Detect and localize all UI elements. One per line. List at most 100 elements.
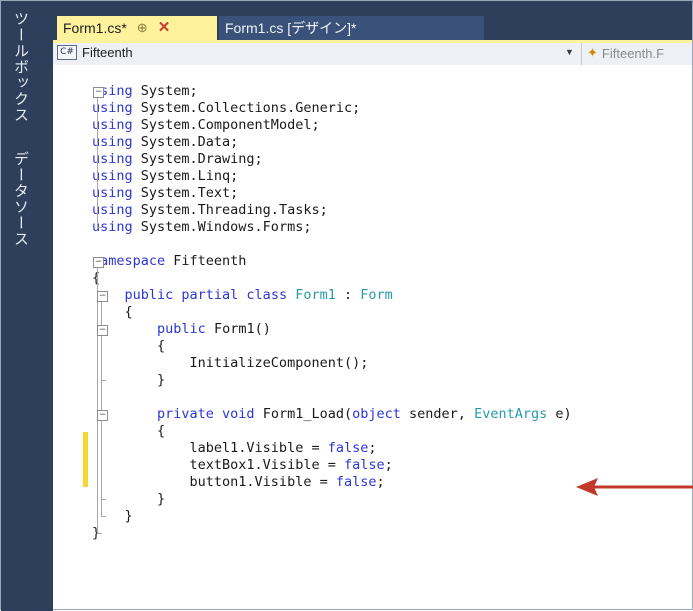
- keyword-token: using: [92, 185, 133, 201]
- code-token: InitializeComponent();: [92, 355, 369, 371]
- keyword-token: false: [327, 440, 369, 456]
- navigation-bar: C# Fifteenth ▼ ✦ Fifteenth.F: [53, 43, 692, 66]
- code-token: System.ComponentModel;: [132, 117, 320, 133]
- chevron-down-icon[interactable]: ▼: [565, 47, 574, 57]
- code-line: textBox1.Visible = false;: [92, 457, 393, 474]
- code-line: InitializeComponent();: [92, 355, 369, 372]
- code-token: Form1(): [205, 321, 271, 337]
- outline-guide-end: [101, 380, 106, 381]
- code-line: using System.Threading.Tasks;: [92, 202, 328, 219]
- code-token: sender,: [400, 406, 475, 422]
- code-token: System.Text;: [132, 185, 239, 201]
- type-token: EventArgs: [474, 406, 548, 422]
- code-line: using System.Windows.Forms;: [92, 219, 311, 236]
- collapse-icon[interactable]: −: [97, 291, 108, 302]
- outline-guide-end: [97, 533, 102, 534]
- project-dropdown-label: Fifteenth: [82, 45, 133, 60]
- tab-label: Form1.cs [デザイン]*: [225, 20, 357, 36]
- code-line: button1.Visible = false;: [92, 474, 385, 491]
- code-editor[interactable]: using System; using System.Collections.Ge…: [53, 65, 692, 609]
- keyword-token: false: [335, 474, 377, 490]
- code-token: label1.Visible =: [92, 440, 328, 456]
- keyword-token: private void: [157, 406, 255, 422]
- navbar-divider: [581, 43, 582, 65]
- code-line: using System.Linq;: [92, 168, 238, 185]
- code-token: System.Data;: [132, 134, 239, 150]
- code-token: System.Drawing;: [132, 151, 263, 167]
- code-line: public partial class Form1 : Form: [92, 287, 393, 304]
- close-icon[interactable]: ✕: [158, 16, 171, 40]
- class-icon: ✦: [587, 45, 598, 60]
- outline-guide: [101, 336, 102, 381]
- type-dropdown-label: Fifteenth.F: [601, 45, 665, 61]
- outline-guide: [97, 268, 98, 534]
- change-marker: [83, 432, 88, 487]
- code-token: {: [92, 304, 133, 320]
- code-token: button1.Visible =: [92, 474, 336, 490]
- collapse-icon[interactable]: −: [97, 410, 108, 421]
- outline-guide: [101, 421, 102, 500]
- code-token: ;: [384, 457, 393, 473]
- keyword-token: false: [343, 457, 385, 473]
- code-line: namespace Fifteenth: [92, 253, 246, 270]
- csharp-file-icon: C#: [57, 45, 77, 60]
- annotation-arrow: [576, 478, 693, 496]
- code-line: {: [92, 338, 165, 355]
- collapse-icon[interactable]: −: [97, 325, 108, 336]
- code-token: System;: [132, 83, 198, 99]
- code-line: {: [92, 423, 165, 440]
- code-line: using System;: [92, 83, 198, 100]
- code-line: using System.Text;: [92, 185, 238, 202]
- code-token: {: [92, 338, 166, 354]
- code-token: System.Linq;: [132, 168, 239, 184]
- keyword-token: using: [92, 100, 133, 116]
- code-token: ;: [368, 440, 377, 456]
- pin-icon[interactable]: ⊕: [137, 16, 148, 40]
- collapse-icon[interactable]: −: [93, 257, 104, 268]
- tab-label: Form1.cs*: [63, 20, 127, 36]
- code-token: System.Threading.Tasks;: [132, 202, 328, 218]
- outline-guide-end: [101, 516, 106, 517]
- code-line: using System.ComponentModel;: [92, 117, 320, 134]
- keyword-token: using: [92, 202, 133, 218]
- code-line: private void Form1_Load(object sender, E…: [92, 406, 572, 423]
- outline-guide: [97, 98, 98, 228]
- type-token: Form: [360, 287, 393, 303]
- code-token: Fifteenth: [165, 253, 247, 269]
- keyword-token: object: [352, 406, 401, 422]
- code-line: }: [92, 508, 133, 525]
- code-token: System.Collections.Generic;: [132, 100, 361, 116]
- toolbox-tab[interactable]: ツールボックス: [11, 11, 32, 123]
- code-line: using System.Data;: [92, 134, 238, 151]
- outline-guide-end: [101, 499, 106, 500]
- type-dropdown[interactable]: ✦ Fifteenth.F: [587, 45, 664, 61]
- code-token: e): [547, 406, 572, 422]
- keyword-token: using: [92, 117, 133, 133]
- code-line: using System.Drawing;: [92, 151, 263, 168]
- outline-guide-end: [97, 227, 102, 228]
- code-token: textBox1.Visible =: [92, 457, 344, 473]
- code-token: System.Windows.Forms;: [132, 219, 312, 235]
- document-tab-bar: Form1.cs* ⊕ ✕ Form1.cs [デザイン]*: [53, 1, 692, 40]
- editor-window: ツールボックス データソース Form1.cs* ⊕ ✕ Form1.cs [デ…: [0, 0, 693, 611]
- code-line: label1.Visible = false;: [92, 440, 377, 457]
- keyword-token: using: [92, 151, 133, 167]
- code-token: {: [92, 423, 166, 439]
- side-tool-strip: ツールボックス データソース: [1, 1, 53, 611]
- tab-form1-cs[interactable]: Form1.cs* ⊕ ✕: [57, 16, 217, 40]
- code-token: }: [92, 508, 133, 524]
- keyword-token: public: [157, 321, 206, 337]
- datasource-tab[interactable]: データソース: [11, 151, 32, 247]
- tab-form1-designer[interactable]: Form1.cs [デザイン]*: [219, 16, 484, 40]
- collapse-icon[interactable]: −: [93, 87, 104, 98]
- code-token: ;: [376, 474, 385, 490]
- project-dropdown[interactable]: C# Fifteenth: [57, 45, 133, 60]
- keyword-token: public partial class: [124, 287, 288, 303]
- type-token: Form1: [295, 287, 336, 303]
- code-line: {: [92, 304, 133, 321]
- code-token: Form1_Load(: [254, 406, 353, 422]
- code-line: public Form1(): [92, 321, 271, 338]
- code-token: :: [335, 287, 361, 303]
- code-line: using System.Collections.Generic;: [92, 100, 360, 117]
